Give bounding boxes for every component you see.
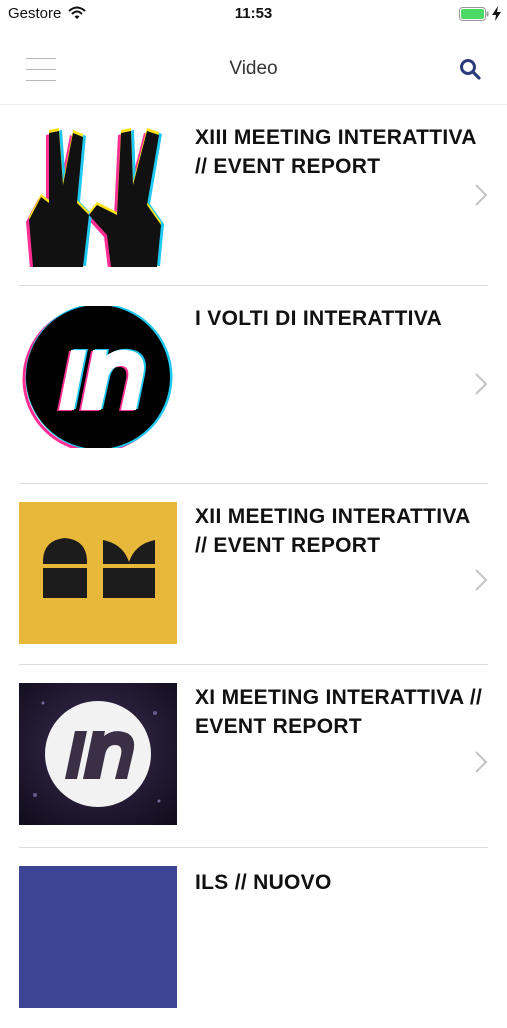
list-item[interactable]: XIII MEETING INTERATTIVA // EVENT REPORT xyxy=(0,105,507,285)
chevron-right-icon xyxy=(475,751,488,773)
peace-hands-image xyxy=(19,125,177,267)
list-item[interactable]: I VOLTI DI INTERATTIVA xyxy=(0,286,507,466)
chevron-right-icon xyxy=(475,569,488,591)
blue-thumbnail xyxy=(19,866,177,1008)
search-icon[interactable] xyxy=(458,57,482,81)
battery-icon xyxy=(459,7,489,21)
in-logo-circle-white xyxy=(19,683,177,825)
chevron-right-icon xyxy=(475,184,488,206)
arches-logo-yellow xyxy=(19,502,177,644)
list-item[interactable]: ILS // NUOVO xyxy=(0,848,507,1028)
video-title: ILS // NUOVO xyxy=(195,871,332,894)
video-title: XI MEETING INTERATTIVA // EVENT REPORT xyxy=(195,686,483,738)
list-item[interactable]: XI MEETING INTERATTIVA // EVENT REPORT xyxy=(0,665,507,845)
navigation-bar: Video xyxy=(0,30,507,105)
list-item[interactable]: XII MEETING INTERATTIVA // EVENT REPORT xyxy=(0,484,507,664)
chevron-right-icon xyxy=(475,373,488,395)
video-title: XII MEETING INTERATTIVA // EVENT REPORT xyxy=(195,505,470,557)
video-title: XIII MEETING INTERATTIVA // EVENT REPORT xyxy=(195,126,476,178)
charging-bolt-icon xyxy=(492,6,501,21)
status-bar: Gestore 11:53 xyxy=(0,0,507,30)
video-title: I VOLTI DI INTERATTIVA xyxy=(195,307,442,330)
in-logo-circle-black xyxy=(19,306,177,448)
page-title: Video xyxy=(229,58,278,79)
status-time: 11:53 xyxy=(234,5,273,22)
